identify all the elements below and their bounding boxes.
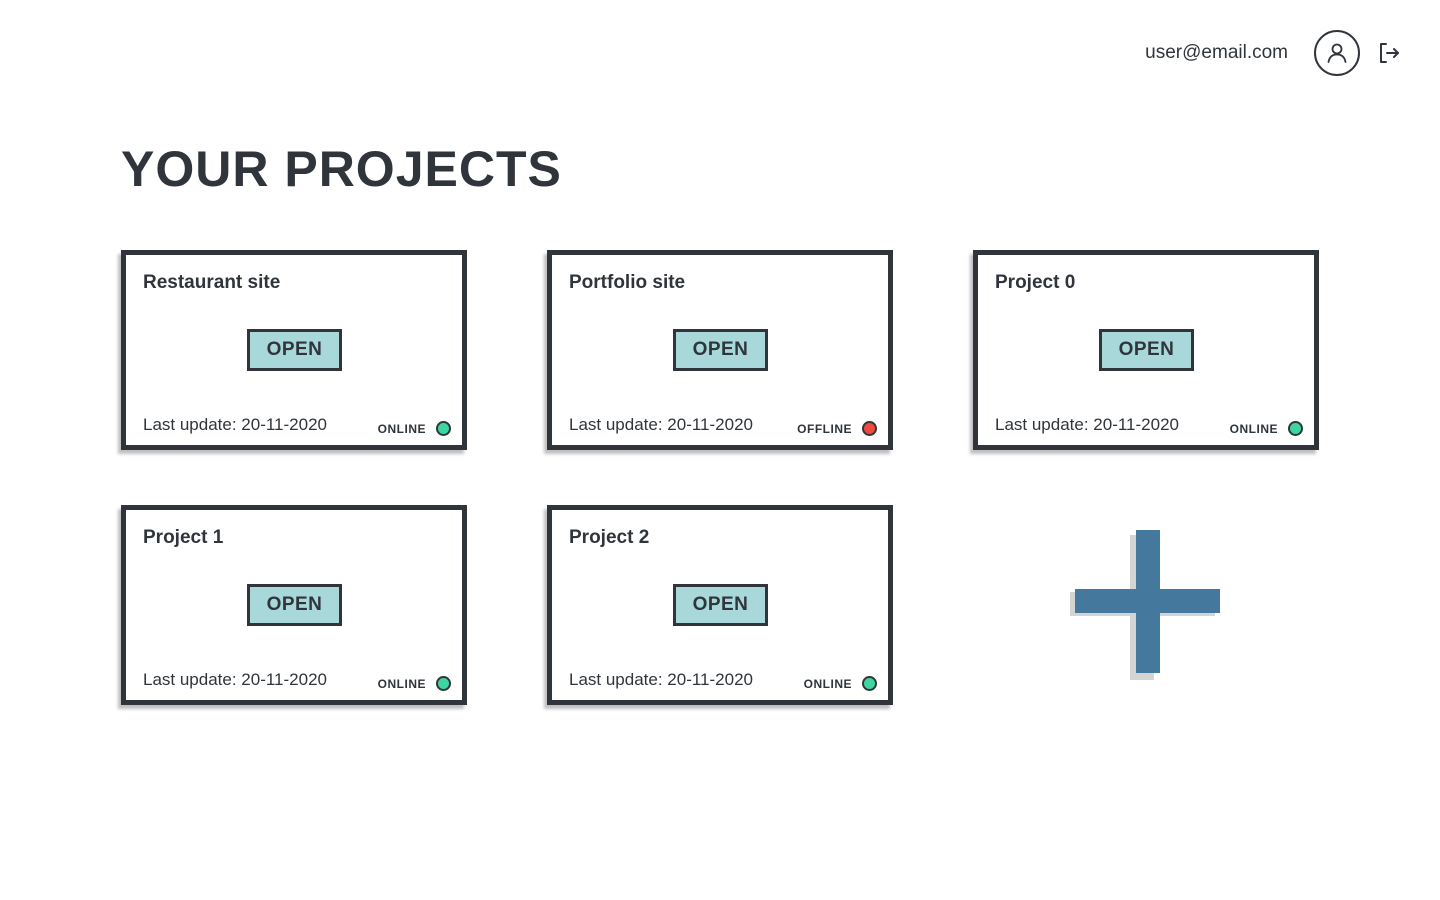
project-card: Project 1 OPEN Last update: 20-11-2020 O… bbox=[121, 505, 467, 705]
last-update: Last update: 20-11-2020 bbox=[569, 670, 753, 689]
status-label: ONLINE bbox=[1229, 421, 1278, 436]
last-update: Last update: 20-11-2020 bbox=[143, 670, 327, 689]
project-title: Project 2 bbox=[569, 527, 650, 548]
project-card: Restaurant site OPEN Last update: 20-11-… bbox=[121, 250, 467, 450]
project-title: Project 1 bbox=[143, 527, 224, 548]
status-indicator: ONLINE bbox=[378, 421, 451, 436]
status-label: ONLINE bbox=[377, 676, 426, 691]
status-label: ONLINE bbox=[377, 421, 426, 436]
status-dot-icon bbox=[436, 676, 451, 691]
status-indicator: ONLINE bbox=[804, 676, 877, 691]
projects-grid: Restaurant site OPEN Last update: 20-11-… bbox=[121, 250, 1319, 705]
open-project-button[interactable]: OPEN bbox=[1099, 329, 1194, 371]
plus-icon[interactable] bbox=[1070, 530, 1221, 680]
last-update: Last update: 20-11-2020 bbox=[143, 415, 327, 434]
plus-bar bbox=[1075, 589, 1220, 613]
status-indicator: OFFLINE bbox=[797, 421, 877, 436]
open-project-button[interactable]: OPEN bbox=[673, 329, 768, 371]
last-update: Last update: 20-11-2020 bbox=[995, 415, 1179, 434]
open-project-button[interactable]: OPEN bbox=[673, 584, 768, 626]
status-indicator: ONLINE bbox=[378, 676, 451, 691]
project-title: Project 0 bbox=[995, 272, 1076, 293]
project-card: Project 0 OPEN Last update: 20-11-2020 O… bbox=[973, 250, 1319, 450]
project-title: Restaurant site bbox=[143, 272, 281, 293]
status-indicator: ONLINE bbox=[1230, 421, 1303, 436]
project-card: Project 2 OPEN Last update: 20-11-2020 O… bbox=[547, 505, 893, 705]
status-label: ONLINE bbox=[803, 676, 852, 691]
last-update: Last update: 20-11-2020 bbox=[569, 415, 753, 434]
user-email: user@email.com bbox=[1145, 42, 1288, 63]
status-dot-icon bbox=[436, 421, 451, 436]
status-dot-icon bbox=[862, 421, 877, 436]
status-dot-icon bbox=[862, 676, 877, 691]
page-title: YOUR PROJECTS bbox=[121, 141, 562, 197]
logout-icon[interactable] bbox=[1376, 40, 1402, 66]
add-project-cell bbox=[973, 505, 1319, 705]
project-card: Portfolio site OPEN Last update: 20-11-2… bbox=[547, 250, 893, 450]
status-dot-icon bbox=[1288, 421, 1303, 436]
status-label: OFFLINE bbox=[797, 421, 852, 436]
user-icon[interactable] bbox=[1314, 30, 1360, 76]
open-project-button[interactable]: OPEN bbox=[247, 329, 342, 371]
project-title: Portfolio site bbox=[569, 272, 686, 293]
open-project-button[interactable]: OPEN bbox=[247, 584, 342, 626]
header: user@email.com bbox=[1145, 30, 1402, 76]
